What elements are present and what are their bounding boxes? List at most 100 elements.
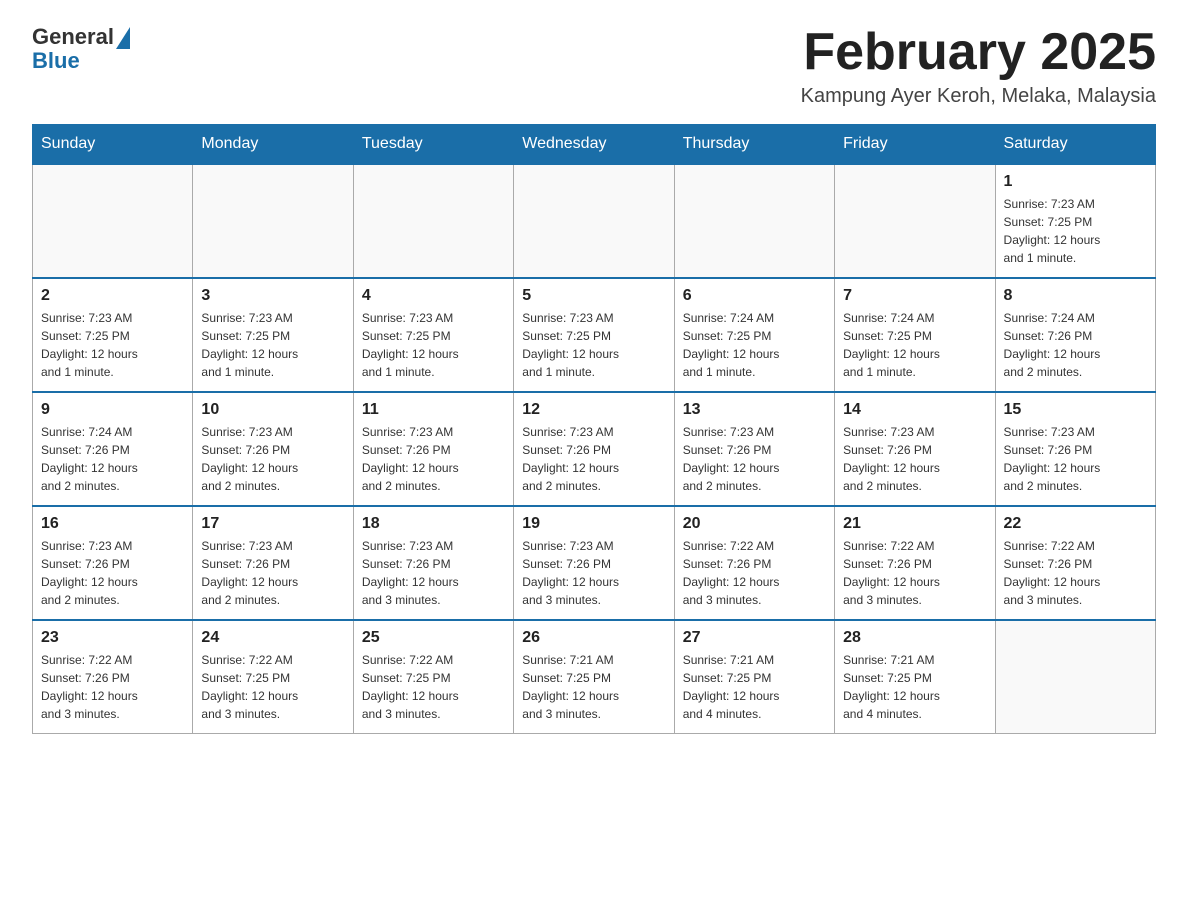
day-info: Sunrise: 7:23 AM Sunset: 7:26 PM Dayligh… [362, 537, 505, 609]
title-section: February 2025 Kampung Ayer Keroh, Melaka… [801, 24, 1156, 108]
calendar-week-row: 1 Sunrise: 7:23 AM Sunset: 7:25 PM Daylig… [33, 164, 1156, 278]
day-info: Sunrise: 7:23 AM Sunset: 7:26 PM Dayligh… [1004, 423, 1147, 495]
day-number: 7 [843, 287, 986, 305]
day-info: Sunrise: 7:23 AM Sunset: 7:26 PM Dayligh… [522, 537, 665, 609]
day-number: 24 [201, 629, 344, 647]
day-number: 13 [683, 401, 826, 419]
calendar-cell: 24 Sunrise: 7:22 AM Sunset: 7:25 PM Dayli… [193, 620, 353, 734]
day-info: Sunrise: 7:23 AM Sunset: 7:26 PM Dayligh… [683, 423, 826, 495]
calendar-cell [33, 164, 193, 278]
day-info: Sunrise: 7:22 AM Sunset: 7:25 PM Dayligh… [362, 651, 505, 723]
calendar-cell: 14 Sunrise: 7:23 AM Sunset: 7:26 PM Dayli… [835, 392, 995, 506]
day-info: Sunrise: 7:24 AM Sunset: 7:25 PM Dayligh… [843, 309, 986, 381]
calendar-cell: 2Sunrise: 7:23 AM Sunset: 7:25 PM Daylig… [33, 278, 193, 392]
day-info: Sunrise: 7:24 AM Sunset: 7:26 PM Dayligh… [1004, 309, 1147, 381]
weekday-header-friday: Friday [835, 125, 995, 165]
day-number: 15 [1004, 401, 1147, 419]
day-info: Sunrise: 7:23 AM Sunset: 7:25 PM Dayligh… [1004, 195, 1147, 267]
calendar-cell: 7 Sunrise: 7:24 AM Sunset: 7:25 PM Daylig… [835, 278, 995, 392]
calendar-week-row: 23 Sunrise: 7:22 AM Sunset: 7:26 PM Dayli… [33, 620, 1156, 734]
day-number: 10 [201, 401, 344, 419]
day-number: 9 [41, 401, 184, 419]
calendar-cell: 28Sunrise: 7:21 AM Sunset: 7:25 PM Dayli… [835, 620, 995, 734]
day-number: 3 [201, 287, 344, 305]
day-number: 18 [362, 515, 505, 533]
day-info: Sunrise: 7:24 AM Sunset: 7:26 PM Dayligh… [41, 423, 184, 495]
day-number: 20 [683, 515, 826, 533]
day-number: 5 [522, 287, 665, 305]
day-number: 12 [522, 401, 665, 419]
day-info: Sunrise: 7:23 AM Sunset: 7:26 PM Dayligh… [843, 423, 986, 495]
day-info: Sunrise: 7:22 AM Sunset: 7:26 PM Dayligh… [1004, 537, 1147, 609]
day-info: Sunrise: 7:23 AM Sunset: 7:25 PM Dayligh… [41, 309, 184, 381]
calendar-cell: 20 Sunrise: 7:22 AM Sunset: 7:26 PM Dayli… [674, 506, 834, 620]
calendar-cell: 15 Sunrise: 7:23 AM Sunset: 7:26 PM Dayli… [995, 392, 1155, 506]
day-number: 11 [362, 401, 505, 419]
weekday-header-wednesday: Wednesday [514, 125, 674, 165]
day-info: Sunrise: 7:23 AM Sunset: 7:26 PM Dayligh… [522, 423, 665, 495]
calendar-cell: 13 Sunrise: 7:23 AM Sunset: 7:26 PM Dayli… [674, 392, 834, 506]
day-info: Sunrise: 7:22 AM Sunset: 7:26 PM Dayligh… [843, 537, 986, 609]
month-title: February 2025 [801, 24, 1156, 81]
calendar-cell [674, 164, 834, 278]
logo-blue-text: Blue [32, 48, 80, 74]
day-info: Sunrise: 7:21 AM Sunset: 7:25 PM Dayligh… [522, 651, 665, 723]
calendar-cell: 21Sunrise: 7:22 AM Sunset: 7:26 PM Dayli… [835, 506, 995, 620]
weekday-header-monday: Monday [193, 125, 353, 165]
day-number: 16 [41, 515, 184, 533]
calendar-cell: 9 Sunrise: 7:24 AM Sunset: 7:26 PM Daylig… [33, 392, 193, 506]
day-info: Sunrise: 7:22 AM Sunset: 7:25 PM Dayligh… [201, 651, 344, 723]
calendar-cell: 4Sunrise: 7:23 AM Sunset: 7:25 PM Daylig… [353, 278, 513, 392]
calendar-week-row: 16 Sunrise: 7:23 AM Sunset: 7:26 PM Dayli… [33, 506, 1156, 620]
calendar-cell: 23 Sunrise: 7:22 AM Sunset: 7:26 PM Dayli… [33, 620, 193, 734]
location-title: Kampung Ayer Keroh, Melaka, Malaysia [801, 85, 1156, 108]
calendar-cell: 5 Sunrise: 7:23 AM Sunset: 7:25 PM Daylig… [514, 278, 674, 392]
calendar-cell [835, 164, 995, 278]
calendar-cell: 1 Sunrise: 7:23 AM Sunset: 7:25 PM Daylig… [995, 164, 1155, 278]
weekday-header-thursday: Thursday [674, 125, 834, 165]
day-number: 28 [843, 629, 986, 647]
calendar-cell [995, 620, 1155, 734]
day-info: Sunrise: 7:24 AM Sunset: 7:25 PM Dayligh… [683, 309, 826, 381]
logo: General Blue [32, 24, 130, 74]
page-header: General Blue February 2025 Kampung Ayer … [32, 24, 1156, 108]
day-number: 19 [522, 515, 665, 533]
calendar-cell [514, 164, 674, 278]
calendar-cell: 18 Sunrise: 7:23 AM Sunset: 7:26 PM Dayli… [353, 506, 513, 620]
calendar-cell: 25 Sunrise: 7:22 AM Sunset: 7:25 PM Dayli… [353, 620, 513, 734]
calendar-cell [193, 164, 353, 278]
day-number: 14 [843, 401, 986, 419]
logo-triangle-icon [116, 27, 130, 49]
calendar-cell: 27Sunrise: 7:21 AM Sunset: 7:25 PM Dayli… [674, 620, 834, 734]
day-number: 22 [1004, 515, 1147, 533]
weekday-header-sunday: Sunday [33, 125, 193, 165]
calendar-cell: 26 Sunrise: 7:21 AM Sunset: 7:25 PM Dayli… [514, 620, 674, 734]
day-info: Sunrise: 7:23 AM Sunset: 7:26 PM Dayligh… [362, 423, 505, 495]
day-number: 23 [41, 629, 184, 647]
calendar-week-row: 9 Sunrise: 7:24 AM Sunset: 7:26 PM Daylig… [33, 392, 1156, 506]
day-info: Sunrise: 7:23 AM Sunset: 7:25 PM Dayligh… [522, 309, 665, 381]
day-number: 17 [201, 515, 344, 533]
logo-general-text: General [32, 24, 114, 50]
day-info: Sunrise: 7:22 AM Sunset: 7:26 PM Dayligh… [41, 651, 184, 723]
calendar-cell: 22 Sunrise: 7:22 AM Sunset: 7:26 PM Dayli… [995, 506, 1155, 620]
day-number: 6 [683, 287, 826, 305]
calendar-cell: 16Sunrise: 7:23 AM Sunset: 7:26 PM Dayli… [33, 506, 193, 620]
day-number: 4 [362, 287, 505, 305]
day-number: 8 [1004, 287, 1147, 305]
calendar-week-row: 2Sunrise: 7:23 AM Sunset: 7:25 PM Daylig… [33, 278, 1156, 392]
day-info: Sunrise: 7:23 AM Sunset: 7:26 PM Dayligh… [201, 423, 344, 495]
day-number: 26 [522, 629, 665, 647]
day-info: Sunrise: 7:21 AM Sunset: 7:25 PM Dayligh… [683, 651, 826, 723]
calendar-cell: 6 Sunrise: 7:24 AM Sunset: 7:25 PM Daylig… [674, 278, 834, 392]
day-info: Sunrise: 7:23 AM Sunset: 7:26 PM Dayligh… [201, 537, 344, 609]
calendar-cell: 3 Sunrise: 7:23 AM Sunset: 7:25 PM Daylig… [193, 278, 353, 392]
weekday-header-saturday: Saturday [995, 125, 1155, 165]
calendar-cell: 12 Sunrise: 7:23 AM Sunset: 7:26 PM Dayli… [514, 392, 674, 506]
calendar-cell [353, 164, 513, 278]
day-info: Sunrise: 7:22 AM Sunset: 7:26 PM Dayligh… [683, 537, 826, 609]
day-info: Sunrise: 7:23 AM Sunset: 7:25 PM Dayligh… [201, 309, 344, 381]
calendar-cell: 17 Sunrise: 7:23 AM Sunset: 7:26 PM Dayli… [193, 506, 353, 620]
day-number: 25 [362, 629, 505, 647]
day-number: 1 [1004, 173, 1147, 191]
